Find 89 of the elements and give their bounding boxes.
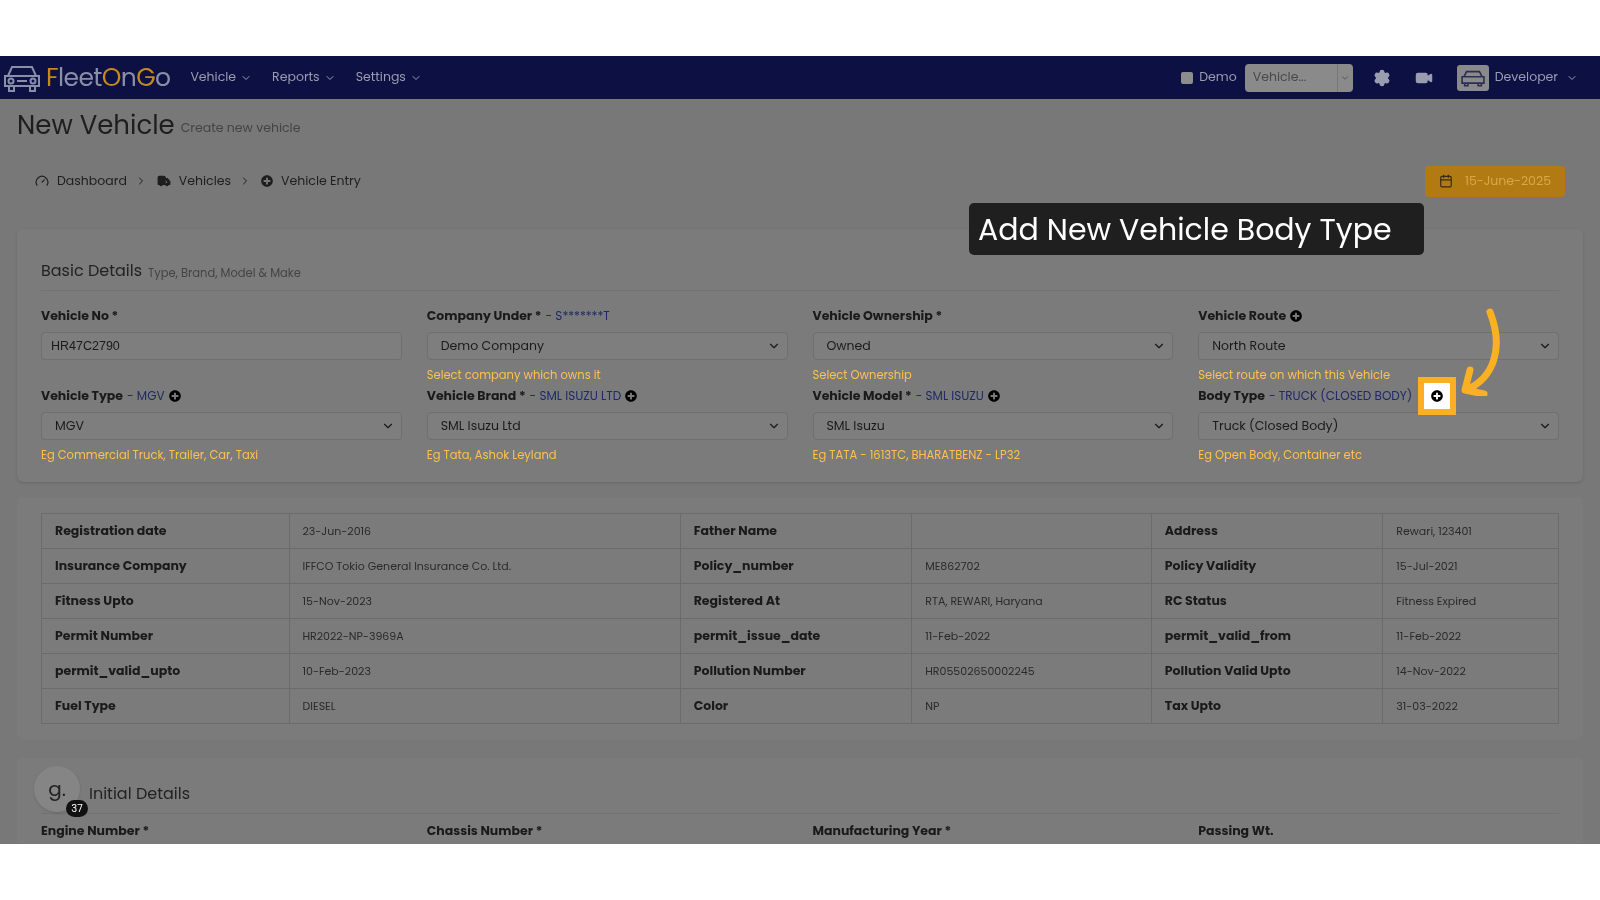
calendar-icon [1438, 174, 1453, 188]
select-field[interactable]: SML Isuzu [812, 412, 1174, 440]
label-cell: Fuel Type [41, 688, 289, 724]
label-cell: permit_valid_upto [41, 653, 289, 689]
label-cell: permit_valid_from [1151, 618, 1383, 654]
select-field[interactable]: Owned [812, 332, 1174, 360]
tooltip: Add New Vehicle Body Type [969, 203, 1424, 255]
gauge-icon [35, 174, 49, 188]
label-cell: Policy Validity [1151, 548, 1383, 584]
label-cell: Father Name [680, 513, 912, 549]
label-cell: Tax Upto [1151, 688, 1383, 724]
field-hint: Select company which owns it [426, 367, 601, 383]
nav-menu[interactable]: Vehicle [190, 68, 253, 87]
truck-icon [156, 174, 171, 188]
field-label: Vehicle No * [41, 306, 119, 326]
field-label: Manufacturing Year * [812, 822, 953, 841]
value-cell: HR05502650002245 [911, 653, 1152, 689]
breadcrumb-link[interactable]: Vehicle Entry [281, 171, 361, 191]
field-note: - SML ISUZU LTD [529, 387, 622, 405]
label-cell: Insurance Company [41, 548, 289, 584]
section-title: Initial Details [89, 782, 190, 805]
value-cell: 31-03-2022 [1382, 688, 1559, 724]
value-cell: HR2022-NP-3969A [289, 618, 681, 654]
field-hint: Select Ownership [812, 367, 912, 383]
settings-icon[interactable] [1372, 68, 1391, 87]
logo-text[interactable]: FleetOnGo [46, 65, 171, 90]
section-title: Basic Details [41, 259, 142, 283]
field-note: - SML ISUZU [915, 387, 984, 405]
value-cell: IFFCO Tokio General Insurance Co. Ltd. [289, 548, 681, 584]
field-note: - MGV [127, 387, 165, 405]
field-label: Vehicle Type [41, 386, 123, 406]
field-hint: Select route on which this Vehicle [1198, 367, 1391, 383]
label-cell: RC Status [1151, 583, 1383, 619]
field-label: Company Under * [426, 306, 542, 326]
field-label: Vehicle Route [1198, 306, 1287, 326]
value-cell: 11-Feb-2022 [911, 618, 1152, 654]
field-hint: Eg Tata, Ashok Leyland [426, 447, 557, 463]
plus-icon [261, 175, 274, 187]
label-cell: Color [680, 688, 912, 724]
field-label: Body Type [1198, 386, 1265, 406]
label-cell: Pollution Number [680, 653, 912, 689]
value-cell: Rewari, 123401 [1382, 513, 1559, 549]
label-cell: Policy_number [680, 548, 912, 584]
value-cell: 14-Nov-2022 [1382, 653, 1559, 689]
text-field[interactable]: HR47C2790 [41, 332, 402, 360]
select-field[interactable]: MGV [41, 412, 402, 440]
value-cell: 11-Feb-2022 [1382, 618, 1559, 654]
nav-menu[interactable]: Settings [355, 68, 422, 87]
field-hint: Eg TATA - 1613TC, BHARATBENZ - LP32 [812, 447, 1020, 463]
select-field[interactable]: SML Isuzu Ltd [426, 412, 788, 440]
field-note: - TRUCK (CLOSED BODY) [1268, 387, 1413, 405]
vehicle-select[interactable]: Vehicle... [1244, 63, 1353, 92]
label-cell: Pollution Valid Upto [1151, 653, 1383, 689]
value-cell: 15-Jul-2021 [1382, 548, 1559, 584]
field-hint: Eg Commercial Truck, Trailer, Car, Taxi [41, 447, 259, 463]
field-note: - S*******T [545, 307, 610, 325]
user-menu[interactable]: Developer [1494, 68, 1578, 87]
field-label: Passing Wt. [1198, 822, 1275, 841]
select-field[interactable]: Demo Company [426, 332, 788, 360]
value-cell: 23-Jun-2016 [289, 513, 681, 549]
page-title: New Vehicle [17, 112, 175, 138]
breadcrumb-link[interactable]: Vehicles [178, 171, 232, 191]
field-label: Vehicle Ownership * [812, 306, 943, 326]
value-cell: DIESEL [289, 688, 681, 724]
value-cell: 15-Nov-2023 [289, 583, 681, 619]
select-field[interactable]: North Route [1198, 332, 1559, 360]
user-avatar[interactable] [1456, 64, 1489, 91]
field-label: Vehicle Brand * [426, 386, 526, 406]
label-cell: Registered At [680, 583, 912, 619]
label-cell: Fitness Upto [41, 583, 289, 619]
breadcrumb-link[interactable]: Dashboard [57, 171, 127, 191]
value-cell: RTA, REWARI, Haryana [911, 583, 1152, 619]
value-cell: ME862702 [911, 548, 1152, 584]
label-cell: Permit Number [41, 618, 289, 654]
value-cell: 10-Feb-2023 [289, 653, 681, 689]
date-text: 15-June-2025 [1464, 171, 1551, 191]
label-cell: Registration date [41, 513, 289, 549]
label-cell: permit_issue_date [680, 618, 912, 654]
field-label: Engine Number * [41, 822, 151, 841]
demo-checkbox[interactable]: Demo [1181, 68, 1237, 87]
select-field[interactable]: Truck (Closed Body) [1198, 412, 1559, 440]
field-label: Chassis Number * [426, 822, 544, 841]
value-cell: Fitness Expired [1382, 583, 1559, 619]
nav-menu[interactable]: Reports [272, 68, 336, 87]
add-icon[interactable] [1431, 390, 1444, 402]
value-cell: NP [911, 688, 1152, 724]
field-label: Vehicle Model * [812, 386, 912, 406]
label-cell: Address [1151, 513, 1383, 549]
field-hint: Eg Open Body, Container etc [1198, 447, 1362, 463]
